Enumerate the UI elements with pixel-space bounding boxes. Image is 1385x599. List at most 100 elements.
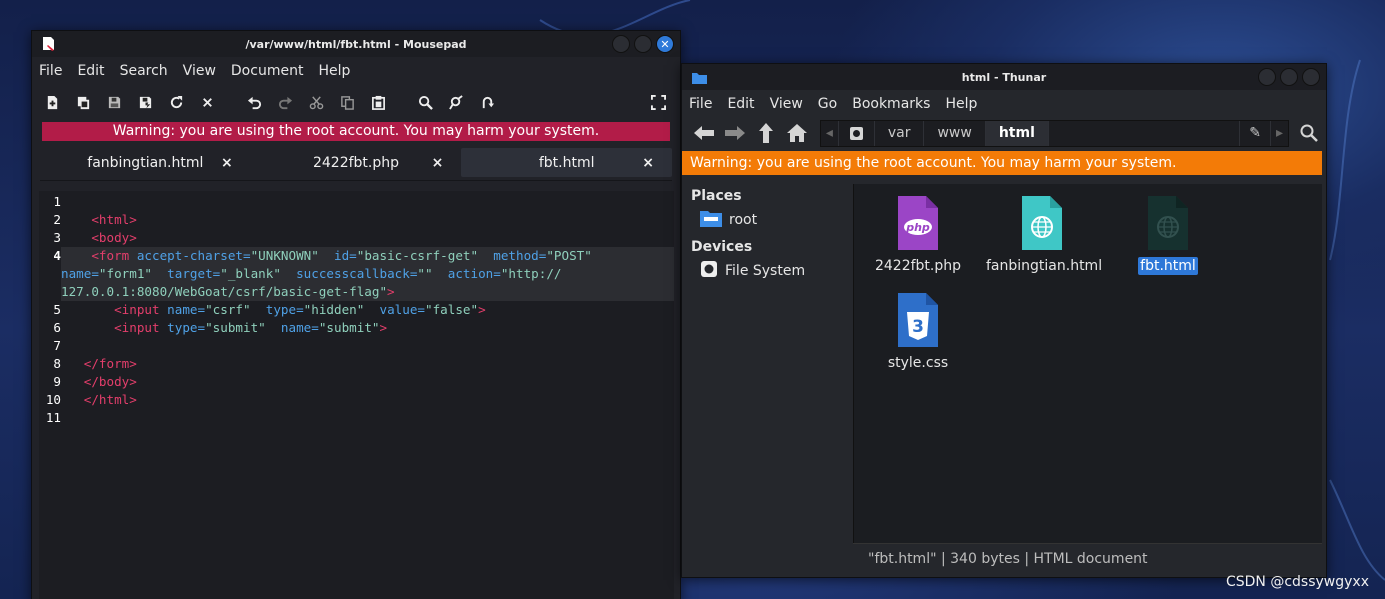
breadcrumb-scroll-left-icon[interactable]: ◂ [821,120,839,146]
tab-close-icon[interactable]: × [432,155,444,171]
forward-arrow-icon[interactable] [721,119,749,147]
menu-search[interactable]: Search [120,63,168,79]
file-item[interactable]: 3 style.css [860,291,976,372]
reload-icon[interactable] [166,92,186,112]
search-icon[interactable] [1295,119,1323,147]
up-arrow-icon[interactable] [752,119,780,147]
new-document-icon[interactable] [42,92,62,112]
menu-edit[interactable]: Edit [77,63,104,79]
line-number: 8 [53,356,61,371]
code-token: value= [379,302,426,317]
find-replace-icon[interactable] [446,92,466,112]
file-name: fbt.html [1138,257,1198,275]
close-button[interactable] [1302,68,1320,86]
file-item[interactable]: php 2422fbt.php [860,194,976,275]
css-file-icon: 3 [860,291,976,347]
menu-edit[interactable]: Edit [727,96,754,112]
thunar-titlebar[interactable]: html - Thunar [682,64,1326,90]
maximize-button[interactable] [634,35,652,53]
code-line: </html> [61,391,137,409]
code-token: "hidden" [303,302,365,317]
file-view[interactable]: php 2422fbt.php fanbingtian.html fbt.htm… [853,184,1322,543]
fullscreen-icon[interactable] [648,92,668,112]
go-to-line-icon[interactable] [477,92,497,112]
code-token: > [478,302,486,317]
line-number: 7 [53,338,61,353]
menu-file[interactable]: File [689,96,712,112]
code-token: "basic-csrf-get" [356,248,479,263]
redo-icon[interactable] [275,92,295,112]
minimize-button[interactable] [612,35,630,53]
menu-view[interactable]: View [183,63,216,79]
html-file-icon [1110,194,1226,250]
tab-close-icon[interactable]: × [642,155,654,171]
minimize-button[interactable] [1258,68,1276,86]
code-line: </body> [61,373,137,391]
breadcrumb-var[interactable]: var [875,120,925,146]
mousepad-app-icon [42,36,56,55]
tab-close-icon[interactable]: × [221,155,233,171]
code-editor[interactable]: 1 2 <html> 3 <body> 4 <form accept-charset=… [39,191,674,599]
find-icon[interactable] [415,92,435,112]
tab-2422fbt-php[interactable]: 2422fbt.php × [251,145,462,180]
sidebar-item-file-system[interactable]: File System [682,258,853,284]
menu-help[interactable]: Help [945,96,977,112]
filesystem-root-icon[interactable] [839,120,875,146]
save-icon[interactable] [104,92,124,112]
tab-label: fanbingtian.html [87,154,204,171]
cut-icon[interactable] [306,92,326,112]
tab-fbt-html[interactable]: fbt.html × [461,148,673,177]
close-document-icon[interactable] [197,92,217,112]
line-number: 11 [45,410,61,425]
menu-view[interactable]: View [770,96,803,112]
php-file-icon: php [860,194,976,250]
location-toolbar: ◂ var www html ✎ ▸ [682,118,1326,148]
maximize-button[interactable] [1280,68,1298,86]
code-token: <html> [91,212,137,227]
code-token: "UNKNOWN" [250,248,319,263]
menu-document[interactable]: Document [231,63,304,79]
back-arrow-icon[interactable] [690,119,718,147]
new-window-icon[interactable] [73,92,93,112]
file-item-selected[interactable]: fbt.html [1110,194,1226,275]
undo-icon[interactable] [244,92,264,112]
breadcrumb-scroll-right-icon[interactable]: ▸ [1271,121,1288,146]
watermark: CSDN @cdssywgyxx [1225,574,1369,590]
code-token: "false" [425,302,479,317]
line-number: 10 [45,392,61,407]
close-button[interactable]: ✕ [656,35,674,53]
copy-icon[interactable] [337,92,357,112]
breadcrumb-www[interactable]: www [924,120,986,146]
code-line: </form> [61,355,137,373]
menu-bookmarks[interactable]: Bookmarks [852,96,930,112]
home-icon[interactable] [783,119,811,147]
menu-help[interactable]: Help [318,63,350,79]
paste-icon[interactable] [368,92,388,112]
menu-go[interactable]: Go [818,96,837,112]
save-as-icon[interactable] [135,92,155,112]
code-line: <input name="csrf" type="hidden" value="… [61,301,486,319]
file-name: style.css [887,355,949,371]
code-token: 127.0.0.1:8080/WebGoat/csrf/basic-get-fl… [61,284,388,299]
tab-fanbingtian-html[interactable]: fanbingtian.html × [40,145,251,180]
edit-location-icon[interactable]: ✎ [1239,120,1272,146]
breadcrumb: ◂ var www html ✎ ▸ [819,119,1290,147]
code-token: type= [265,302,304,317]
code-token: "form1" [98,266,152,281]
places-header: Places [691,188,742,204]
code-token: target= [167,266,221,281]
mousepad-window-title: /var/www/html/fbt.html - Mousepad [245,37,467,51]
code-token: type= [167,320,206,335]
thunar-window: html - Thunar File Edit View Go Bookmark… [681,63,1327,578]
sidebar-item-root[interactable]: root [682,207,853,233]
menu-file[interactable]: File [39,63,62,79]
file-item[interactable]: fanbingtian.html [984,194,1102,275]
mousepad-titlebar[interactable]: /var/www/html/fbt.html - Mousepad ✕ [32,31,680,57]
breadcrumb-html[interactable]: html [985,120,1049,146]
